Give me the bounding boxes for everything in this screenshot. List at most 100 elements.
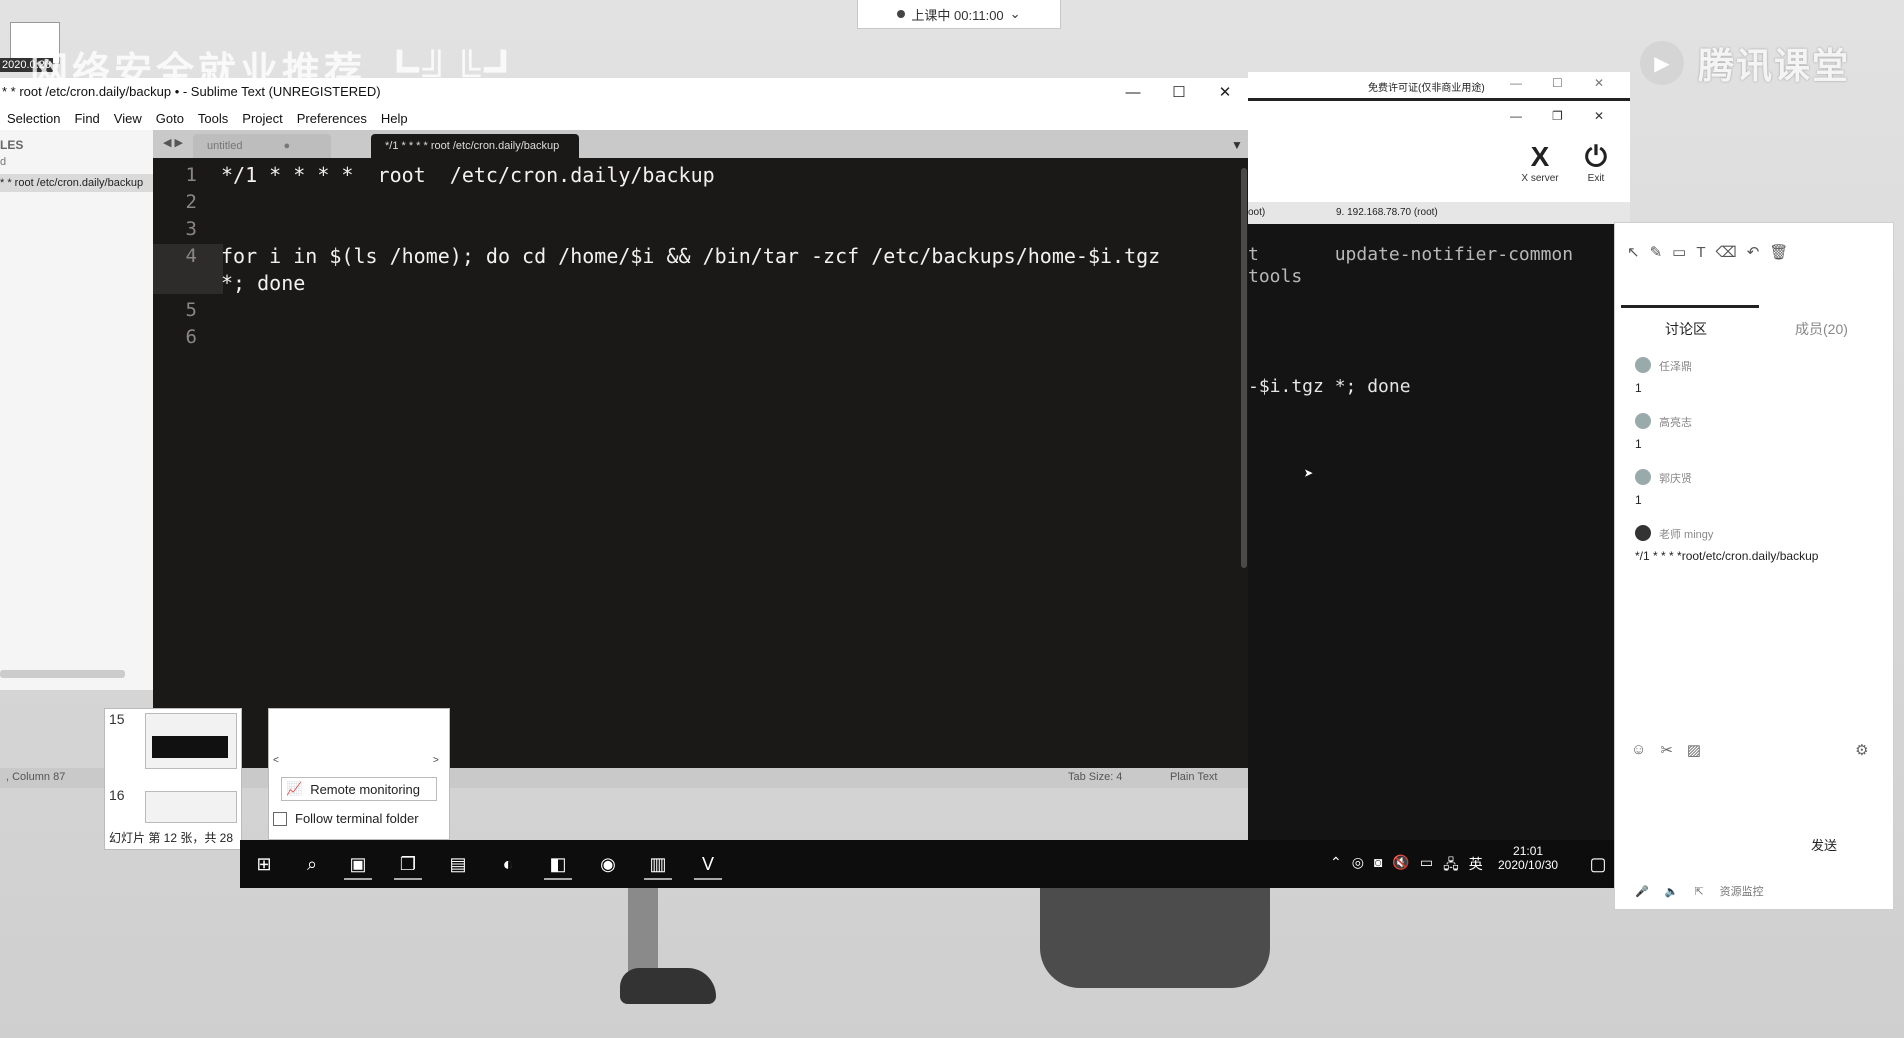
close-icon[interactable]: ✕ [1594,76,1604,90]
slide-number: 15 [109,711,125,727]
follow-terminal-folder-checkbox[interactable]: Follow terminal folder [273,811,419,826]
tab-dirty-icon[interactable]: ● [284,140,291,152]
tab-untitled[interactable]: untitled ● [193,134,331,158]
vmware-icon[interactable]: V [694,850,722,880]
maximize-icon[interactable]: ☐ [1552,76,1563,90]
network-icon[interactable]: 🖧 [1443,854,1459,878]
tray-app-icon[interactable]: ◎ [1352,854,1364,878]
session-tab-prev[interactable]: oot) [1248,207,1265,218]
tray-chat-icon[interactable]: ◙ [1374,854,1382,878]
clock[interactable]: 21:01 2020/10/30 [1498,844,1558,872]
pointer-icon[interactable]: ↖ [1627,243,1640,261]
menu-tools[interactable]: Tools [191,111,235,126]
scroll-left-icon[interactable]: < [273,755,279,766]
line-number: 6 [185,326,197,348]
trash-icon[interactable]: 🗑 [1769,243,1788,261]
slide-thumbnails: 15 16 幻灯片 第 12 张，共 28 [104,708,242,850]
image-icon[interactable]: ▨ [1687,741,1701,759]
scissors-icon[interactable]: ✂ [1660,741,1673,759]
minimize-icon[interactable]: — [1510,109,1522,123]
speaker-icon[interactable]: 🔈 [1665,885,1679,898]
avatar [1635,469,1651,485]
menu-view[interactable]: View [107,111,149,126]
ime-indicator[interactable]: 英 [1469,854,1483,878]
scroll-right-icon[interactable]: > [433,755,439,766]
remote-desktop-icon[interactable]: ▣ [344,850,372,880]
chevron-up-icon[interactable]: ⌃ [1330,854,1342,878]
task-view-icon[interactable]: ❐ [394,850,422,880]
avatar [1635,413,1651,429]
sidebar-item[interactable]: d [0,156,6,168]
mobaxterm-icon[interactable]: ▥ [644,850,672,880]
menu-selection[interactable]: Selection [0,111,67,126]
undo-icon[interactable]: ↶ [1747,243,1760,261]
restore-icon[interactable]: ❐ [1552,109,1563,123]
menu-find[interactable]: Find [67,111,106,126]
remote-monitoring-button[interactable]: 📈 Remote monitoring [281,777,437,801]
menu-project[interactable]: Project [235,111,289,126]
slide-thumbnail[interactable] [145,791,237,823]
syntax-selector[interactable]: Plain Text [1170,771,1218,783]
share-icon[interactable]: ⇱ [1694,885,1703,898]
clock-date: 2020/10/30 [1498,858,1559,872]
window-title: * * root /etc/cron.daily/backup • - Subl… [2,84,381,99]
file-explorer-icon[interactable]: ▤ [444,850,472,878]
terminal-line: tools [1248,266,1303,287]
editor-scrollbar[interactable] [1241,168,1247,568]
settings-icon[interactable]: ⚙ [1855,741,1868,759]
eraser-icon[interactable]: ⌫ [1716,243,1737,261]
system-tray: ⌃ ◎ ◙ 🔇 ▭ 🖧 英 [1330,854,1483,878]
rectangle-icon[interactable]: ▭ [1672,243,1686,261]
tab-nav-arrows-icon[interactable]: ◀ ▶ [163,136,183,149]
send-button[interactable]: 发送 [1811,835,1837,854]
tab-discussion[interactable]: 讨论区 [1665,319,1707,339]
chrome-icon[interactable]: ◉ [594,850,622,878]
minimize-button[interactable]: — [1110,78,1156,106]
battery-icon[interactable]: ▭ [1420,854,1433,878]
resource-monitor-label[interactable]: 资源监控 [1720,883,1764,899]
code-line: for i in $(ls /home); do cd /home/$i && … [221,244,1161,268]
monitor-icon: 📈 [286,781,303,796]
checkbox-icon[interactable] [273,811,287,826]
search-icon[interactable]: ⌕ [298,850,326,878]
tab-backup[interactable]: */1 * * * * root /etc/cron.daily/backup … [371,134,579,176]
menu-help[interactable]: Help [374,111,415,126]
tab-label: untitled [207,140,243,152]
x-server-label: X server [1521,173,1559,184]
tab-members[interactable]: 成员(20) [1795,319,1848,339]
session-tab-active[interactable]: 9. 192.168.78.70 (root) [1336,207,1438,218]
message-list: 任泽鼎 1 高亮志 1 郭庆贤 1 老师 mingy */1 * * * *ro… [1615,351,1893,563]
brand-name: 腾讯课堂 [1698,45,1851,86]
message-author: 任泽鼎 [1659,361,1692,373]
sublime-titlebar: * * root /etc/cron.daily/backup • - Subl… [0,78,1248,106]
notification-icon[interactable]: ▢ [1584,850,1612,878]
close-button[interactable]: ✕ [1202,78,1248,106]
maximize-button[interactable]: ☐ [1156,78,1202,106]
emoji-icon[interactable]: ☺ [1631,741,1646,759]
chevron-down-icon[interactable]: ⌄ [1010,6,1021,22]
sidebar-scrollbar[interactable] [0,670,125,678]
tab-list-icon[interactable]: ▼ [1231,138,1243,152]
pen-icon[interactable]: ✎ [1650,243,1663,261]
exit-button[interactable]: ⏻ Exit [1566,141,1626,184]
close-icon[interactable]: ✕ [1594,109,1604,123]
sublime-text-icon[interactable]: ◧ [544,850,572,880]
recording-status-bar[interactable]: 上课中 00:11:00 ⌄ [857,0,1061,29]
sidebar-file-item[interactable]: * * root /etc/cron.daily/backup [0,174,153,192]
minimize-icon[interactable]: — [1510,76,1522,90]
menu-goto[interactable]: Goto [149,111,191,126]
text-icon[interactable]: T [1696,244,1705,261]
decorative-shoe [620,968,716,1004]
menu-preferences[interactable]: Preferences [290,111,374,126]
microphone-icon[interactable]: 🎤 [1635,885,1649,898]
tab-size-selector[interactable]: Tab Size: 4 [1068,771,1122,783]
terminal-output[interactable]: t update-notifier-common tools -$i.tgz *… [1248,224,1614,856]
message-body: 1 [1635,381,1642,395]
x-server-button[interactable]: X X server [1510,141,1570,184]
mute-icon[interactable]: 🔇 [1392,854,1409,878]
edge-browser-icon[interactable]: ◐ [494,850,522,878]
windows-start-icon[interactable]: ⊞ [250,850,278,878]
slide-thumbnail[interactable] [145,713,237,769]
mouse-cursor-icon: ➤ [1304,464,1314,483]
code-editor[interactable]: 1 2 3 4 5 6 */1 * * * * root /etc/cron.d… [153,158,1248,768]
